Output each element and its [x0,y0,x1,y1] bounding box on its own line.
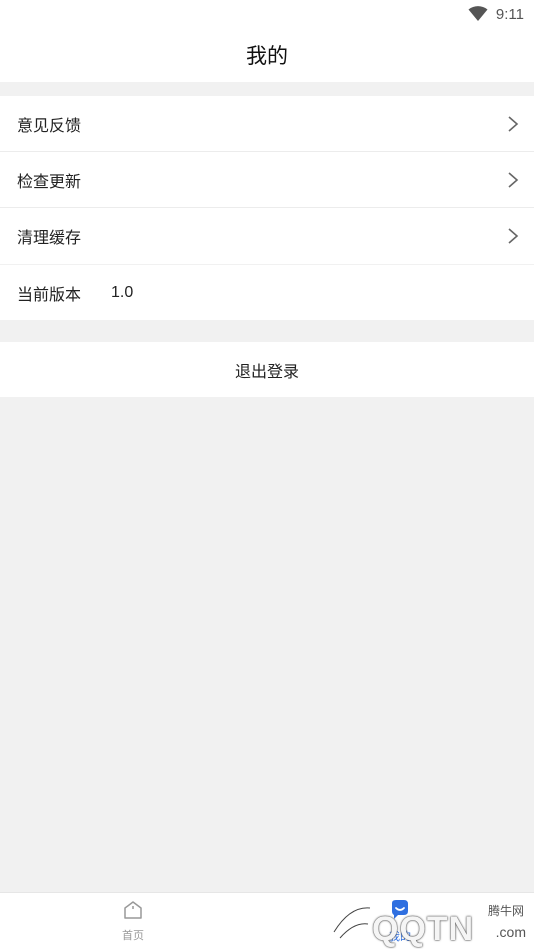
bottom-tab-bar: 首页 我的 [0,892,534,949]
settings-menu: 意见反馈 检查更新 清理缓存 [0,96,534,264]
status-bar: 9:11 [0,0,534,28]
home-icon [123,900,143,924]
menu-item-label: 意见反馈 [17,115,82,135]
tab-mine-label: 我的 [389,930,411,943]
version-label: 当前版本 [17,284,82,304]
tab-home[interactable]: 首页 [73,893,193,949]
wifi-icon [468,6,488,22]
menu-item-label: 检查更新 [17,171,82,191]
menu-item-check-update[interactable]: 检查更新 [0,152,534,208]
logout-button[interactable]: 退出登录 [0,342,534,397]
menu-item-feedback[interactable]: 意见反馈 [0,96,534,152]
chevron-right-icon [506,227,520,245]
person-icon [389,899,411,925]
logout-label: 退出登录 [234,361,299,381]
title-bar: 我的 [0,28,534,82]
status-time: 9:11 [495,5,524,23]
chevron-right-icon [506,171,520,189]
chevron-right-icon [506,115,520,133]
page-title: 我的 [246,44,288,68]
version-row: 当前版本 1.0 [0,265,534,320]
menu-item-label: 清理缓存 [17,228,82,247]
tab-home-label: 首页 [122,929,144,942]
version-value: 1.0 [111,283,134,301]
menu-item-clear-cache[interactable]: 清理缓存 [0,208,534,264]
tab-mine[interactable]: 我的 [340,893,460,949]
